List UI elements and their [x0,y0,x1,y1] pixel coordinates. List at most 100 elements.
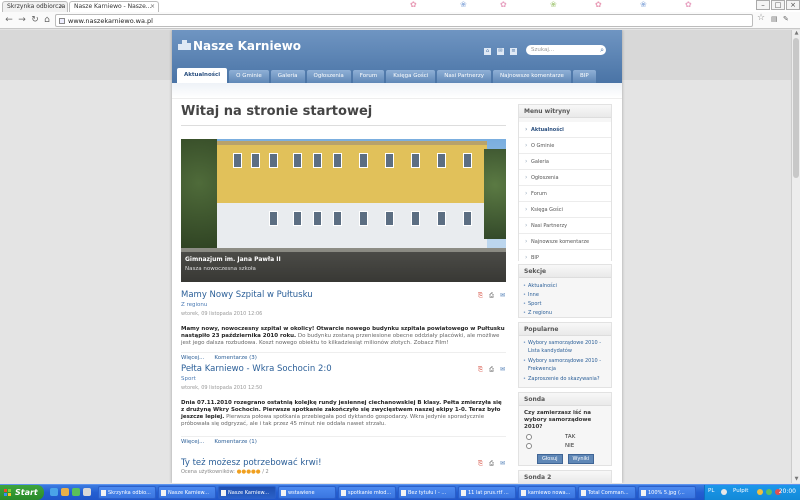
section-link[interactable]: Sport [519,300,611,309]
article-title[interactable]: Pełta Karniewo - Wkra Sochocin 2:0 [181,364,506,375]
start-button[interactable]: Start [0,485,44,500]
maximize-icon[interactable]: □ [771,0,785,10]
vote-button[interactable]: Głosuj [537,454,563,464]
nav-tab-bip[interactable]: BIP [572,70,596,83]
browser-tab-mail[interactable]: Skrzynka odbiorcza × [2,1,68,12]
address-bar[interactable]: www.naszekarniewo.wa.pl [55,14,753,27]
poll-radio-yes[interactable] [526,434,532,440]
taskbar: Start Skrzynka odbio... Nasze Karniew...… [0,484,800,500]
taskbar-item[interactable]: Total Comman... [578,486,636,499]
nav-tab-ksiega-gosci[interactable]: Księga Gości [386,70,436,83]
scroll-thumb[interactable] [793,38,799,178]
read-more-link[interactable]: Więcej... [181,439,204,446]
minimize-icon[interactable]: – [756,0,770,10]
article-category[interactable]: Z regionu [181,301,506,310]
back-icon[interactable]: ← [4,15,14,25]
bookmark-star-icon[interactable]: ☆ [757,13,765,23]
popular-link[interactable]: Zaproszenie do skazywania? [519,375,611,383]
mail-icon[interactable]: ✉ [497,48,504,55]
search-icon[interactable]: ⌕ [600,46,604,54]
email-icon[interactable]: ✉ [499,366,506,374]
section-link[interactable]: Inne [519,291,611,300]
article-title[interactable]: Ty też możesz potrzebować krwi! [181,458,506,469]
article: Ty też możesz potrzebować krwi! ⎘ ⎙ ✉ Oc… [181,458,506,475]
quicklaunch-ie-icon[interactable] [50,488,58,496]
page-scrollbar[interactable]: ▲ ▼ [791,30,800,483]
comments-link[interactable]: Komentarze (3) [214,355,257,362]
quicklaunch-folder-icon[interactable] [61,488,69,496]
sidebar-item-ksiega-gosci[interactable]: Księga Gości [519,202,611,218]
results-button[interactable]: Wyniki [567,454,595,464]
scroll-up-icon[interactable]: ▲ [792,30,800,37]
scroll-down-icon[interactable]: ▼ [792,476,800,483]
taskbar-item[interactable]: Bez tytułu I - ... [398,486,456,499]
print-icon[interactable]: ⎙ [488,292,495,300]
email-icon[interactable]: ✉ [499,460,506,468]
pdf-icon[interactable]: ⎘ [477,460,484,468]
sidebar-item-ogloszenia[interactable]: Ogłoszenia [519,170,611,186]
popular-link[interactable]: Wybory samorządowe 2010 - Frekwencja [519,357,611,373]
wrench-icon[interactable]: ✎ [783,15,789,23]
rating-stars-icon[interactable]: ●●●●● [237,469,261,475]
sidebar-item-aktualnosci[interactable]: Aktualności [519,122,611,138]
read-more-link[interactable]: Więcej... [181,355,204,362]
sitemap-icon[interactable]: ≡ [510,48,517,55]
home-icon[interactable]: ⌂ [484,48,491,55]
sidebar-item-najnowsze-komentarze[interactable]: Najnowsze komentarze [519,234,611,250]
tray-icon[interactable] [757,489,763,495]
article-category[interactable]: Sport [181,375,506,384]
home-icon[interactable]: ⌂ [42,15,52,25]
quicklaunch-desktop-icon[interactable] [83,488,91,496]
tray-icon[interactable] [766,489,772,495]
hero-image[interactable]: Gimnazjum im. Jana Pawła II Nasza nowocz… [181,139,506,282]
search-input[interactable]: Szukaj... ⌕ [526,45,606,55]
print-icon[interactable]: ⎙ [488,366,495,374]
nav-tab-forum[interactable]: Forum [352,70,385,83]
popular-box: Popularne Wybory samorządowe 2010 - List… [518,322,612,388]
tray-icon[interactable] [721,489,727,495]
sidebar-item-galeria[interactable]: Galeria [519,154,611,170]
print-icon[interactable]: ⎙ [488,460,495,468]
sidebar-item-o-gminie[interactable]: O Gminie [519,138,611,154]
close-icon[interactable]: × [150,2,155,12]
article-title[interactable]: Mamy Nowy Szpital w Pułtusku [181,290,506,301]
taskbar-item-active[interactable]: Nasze Karniew... [218,486,276,499]
taskbar-item[interactable]: Skrzynka odbio... [98,486,156,499]
close-icon[interactable]: × [59,2,64,12]
system-tray: PL Pulpit 20:00 [704,485,800,500]
nav-tab-aktualnosci[interactable]: Aktualności [177,68,228,83]
page-icon [59,18,65,24]
nav-tab-ogloszenia[interactable]: Ogłoszenia [306,70,351,83]
taskbar-item[interactable]: Nasze Karniew... [158,486,216,499]
taskbar-item[interactable]: karniewo nowa... [518,486,576,499]
pdf-icon[interactable]: ⎘ [477,366,484,374]
browser-toolbar: ← → ↻ ⌂ www.naszekarniewo.wa.pl [0,12,800,29]
quicklaunch-app-icon[interactable] [72,488,80,496]
email-icon[interactable]: ✉ [499,292,506,300]
popular-link[interactable]: Wybory samorządowe 2010 - Lista kandydat… [519,339,611,355]
page-menu-icon[interactable]: ▤ [771,15,778,23]
site-logo[interactable]: Nasze Karniewo [178,39,301,53]
nav-tab-najnowsze-komentarze[interactable]: Najnowsze komentarze [493,70,571,83]
language-indicator[interactable]: PL [708,488,714,494]
reload-icon[interactable]: ↻ [30,15,40,25]
taskbar-item[interactable]: 100% 5.jpg (... [638,486,696,499]
nav-tab-nasi-partnerzy[interactable]: Nasi Partnerzy [437,70,492,83]
taskbar-item[interactable]: wstawiene [278,486,336,499]
taskbar-item[interactable]: 11 lat prus.rtf ... [458,486,516,499]
pdf-icon[interactable]: ⎘ [477,292,484,300]
sidebar-item-nasi-partnerzy[interactable]: Nasi Partnerzy [519,218,611,234]
nav-tab-o-gminie[interactable]: O Gminie [229,70,269,83]
nav-tab-galeria[interactable]: Galeria [270,70,305,83]
popular-box-title: Popularne [519,323,611,336]
close-window-icon[interactable]: × [786,0,800,10]
forward-icon[interactable]: → [17,15,27,25]
taskbar-item[interactable]: spotkanie młod... [338,486,396,499]
section-link[interactable]: Aktualności [519,282,611,291]
poll-radio-no[interactable] [526,443,532,449]
browser-tab-active[interactable]: Nasze Karniewo - Nasze... × [69,1,159,12]
sidebar-item-forum[interactable]: Forum [519,186,611,202]
desktop-toolbar-label[interactable]: Pulpit [733,488,748,494]
comments-link[interactable]: Komentarze (1) [214,439,257,446]
section-link[interactable]: Z regionu [519,309,611,318]
